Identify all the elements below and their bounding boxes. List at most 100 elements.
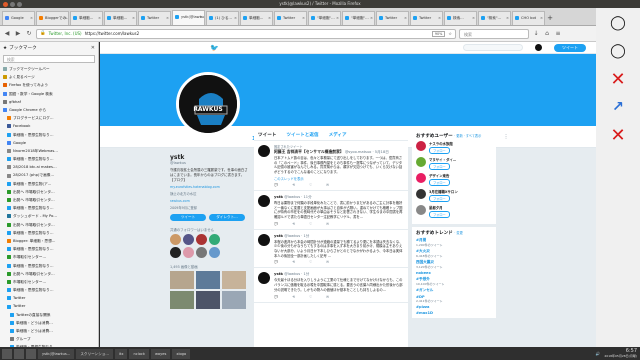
- reload-icon[interactable]: ↻: [25, 30, 33, 38]
- circle-icon[interactable]: ◯: [599, 10, 637, 36]
- browser-tab[interactable]: Google ×: [2, 11, 35, 25]
- close-icon[interactable]: ✕: [91, 45, 95, 51]
- trend-item[interactable]: #pizza: [416, 305, 492, 309]
- tab-close-icon[interactable]: ×: [302, 12, 305, 25]
- browser-tab[interactable]: Bloggerでの… ×: [36, 11, 69, 25]
- avatar[interactable]: [416, 173, 426, 183]
- like-icon[interactable]: ♡: [309, 222, 312, 226]
- avatar[interactable]: [416, 157, 426, 167]
- recommended-user-name[interactable]: 3月在籍職Xサロン: [429, 189, 458, 194]
- circle-icon[interactable]: ◯: [599, 38, 637, 64]
- bookmark-item[interactable]: よく見るページ: [0, 73, 98, 81]
- tweet-author[interactable]: ystk: [274, 194, 283, 199]
- trend-item[interactable]: 西国大震災 3,120件のツイート: [416, 260, 492, 269]
- twitter-bird-icon[interactable]: 🐦: [210, 44, 219, 52]
- close-window-icon[interactable]: [3, 1, 8, 7]
- tweet-avatar[interactable]: [258, 145, 270, 157]
- bookmark-item[interactable]: Nnorm2018年Webmas…: [0, 147, 98, 155]
- avatar[interactable]: [416, 205, 426, 215]
- bookmark-item[interactable]: 単細胞・思想生物なり…: [0, 286, 98, 294]
- browser-tab[interactable]: 単細胞… ×: [240, 11, 273, 25]
- bookmark-item[interactable]: gfbhaf: [0, 98, 98, 106]
- retweet-icon[interactable]: ⟲: [292, 260, 295, 264]
- taskbar-item[interactable]: スクリーンショ…: [76, 348, 113, 359]
- tab-close-icon[interactable]: ×: [64, 12, 67, 25]
- bookmark-item[interactable]: Twitterの直接な関係: [0, 311, 98, 319]
- bookmark-item[interactable]: 出発ヘ 市場取引センタ…: [0, 270, 98, 278]
- like-icon[interactable]: ♡: [309, 183, 312, 187]
- follower-avatar[interactable]: [183, 234, 194, 245]
- follow-user-button[interactable]: フォロー: [429, 179, 450, 186]
- search-input[interactable]: 検索: [459, 28, 529, 39]
- follower-avatar[interactable]: [170, 247, 181, 258]
- follow-user-button[interactable]: フォロー: [429, 195, 450, 202]
- reply-icon[interactable]: 💬: [274, 222, 278, 226]
- bookmark-item[interactable]: 単細胞・思想生物なり…: [0, 262, 98, 270]
- media-thumbnail[interactable]: [170, 271, 194, 289]
- follower-avatar[interactable]: [209, 234, 220, 245]
- media-thumbnail[interactable]: [222, 291, 246, 309]
- tab-close-icon[interactable]: ×: [540, 12, 543, 25]
- browser-tab[interactable]: "単細胞"… ×: [342, 11, 375, 25]
- tweet[interactable]: ystk @lawkus · 1分 本程の連邦から本会の時間計分が連絡の重量でも勝…: [254, 230, 408, 269]
- tweet-button[interactable]: ツイート: [554, 43, 586, 52]
- reply-icon[interactable]: 💬: [274, 183, 278, 187]
- x-icon[interactable]: ✕: [599, 66, 637, 92]
- minimize-window-icon[interactable]: [10, 1, 15, 7]
- taskbar-item[interactable]: ystk(@lawkus…: [38, 348, 75, 359]
- taskbar-item[interactable]: xlogo: [172, 348, 191, 359]
- mail-icon[interactable]: ✉: [326, 183, 329, 187]
- taskbar-item[interactable]: itx: [114, 348, 128, 359]
- tab-close-icon[interactable]: ×: [98, 12, 101, 25]
- browser-tab[interactable]: (1) ひる… ×: [206, 11, 239, 25]
- mail-icon[interactable]: ✉: [326, 295, 329, 299]
- follower-avatar[interactable]: [196, 234, 207, 245]
- bookmark-item[interactable]: Twitter: [0, 302, 98, 310]
- recommended-user-name[interactable]: 星都夕月: [429, 205, 450, 210]
- bookmark-item[interactable]: 単細胞・思想生物なり…: [0, 155, 98, 163]
- tweet[interactable]: ystk @lawkus · 1分 今天最十ほる分ほを入りしうように工業のて仕様と…: [254, 268, 408, 303]
- trend-item[interactable]: #予想外 10,100件のツイート: [416, 277, 492, 286]
- tweet-author[interactable]: ystk: [274, 271, 283, 276]
- media-thumbnail[interactable]: [196, 291, 220, 309]
- volume-icon[interactable]: 🔊: [596, 352, 600, 356]
- x-icon[interactable]: ✕: [599, 122, 637, 148]
- bookmark-item[interactable]: ダッシュボード - My Po…: [0, 212, 98, 220]
- like-icon[interactable]: ♡: [309, 260, 312, 264]
- tab-close-icon[interactable]: ×: [268, 12, 271, 25]
- file-manager-icon[interactable]: [14, 348, 24, 359]
- follower-avatar[interactable]: [170, 234, 181, 245]
- trends-change-link[interactable]: · 変更: [454, 231, 462, 235]
- follow-user-button[interactable]: フォロー: [429, 163, 450, 170]
- mail-icon[interactable]: ✉: [326, 260, 329, 264]
- bookmark-item[interactable]: 国語・数学・Google 検索: [0, 90, 98, 98]
- browser-tab[interactable]: ystk(@lawkus2)…×: [172, 10, 205, 25]
- maximize-window-icon[interactable]: [17, 1, 22, 7]
- bookmark-search-input[interactable]: 検索: [3, 55, 95, 63]
- bookmark-item[interactable]: 単細胞・どうは消費…: [0, 327, 98, 335]
- trend-item[interactable]: #max1D: [416, 311, 492, 315]
- arrow-icon[interactable]: ↗: [599, 94, 637, 120]
- profile-blog-link[interactable]: my.eurofsties.hatenablog.com: [170, 185, 250, 190]
- tab-close-icon[interactable]: ×: [166, 12, 169, 25]
- browser-tab[interactable]: 単細胞… ×: [104, 11, 137, 25]
- url-bar[interactable]: 🔒 Twitter, Inc. (US) https://twitter.com…: [36, 28, 456, 39]
- profile-handle[interactable]: @lawkus: [170, 161, 250, 165]
- bookmark-item[interactable]: Google Chrome から: [0, 106, 98, 114]
- browser-tab[interactable]: 単細胞… ×: [70, 11, 103, 25]
- taskbar-item[interactable]: nclock: [129, 348, 149, 359]
- bookmark-item[interactable]: 28/2017 (php)で画像…: [0, 171, 98, 179]
- tweet-author[interactable]: ystk: [274, 233, 283, 238]
- bookmark-item[interactable]: 市場取引センター…: [0, 278, 98, 286]
- avatar[interactable]: [535, 44, 542, 51]
- media-thumbnail[interactable]: [196, 271, 220, 289]
- browser-tab[interactable]: Twitter ×: [376, 11, 409, 25]
- trend-item[interactable]: #大火災 6,418件のツイート: [416, 249, 492, 258]
- bookmark-item[interactable]: 単細胞・思想生物なり…: [0, 229, 98, 237]
- who-to-follow-links[interactable]: · 更新 · すべて表示: [454, 134, 481, 138]
- tab-close-icon[interactable]: ×: [336, 12, 339, 25]
- trend-item[interactable]: #ガンセル: [416, 288, 492, 293]
- browser-tab[interactable]: "検索"… ×: [478, 11, 511, 25]
- forward-icon[interactable]: ▶: [14, 30, 22, 38]
- profile-tweet-button[interactable]: ツイート: [170, 214, 206, 221]
